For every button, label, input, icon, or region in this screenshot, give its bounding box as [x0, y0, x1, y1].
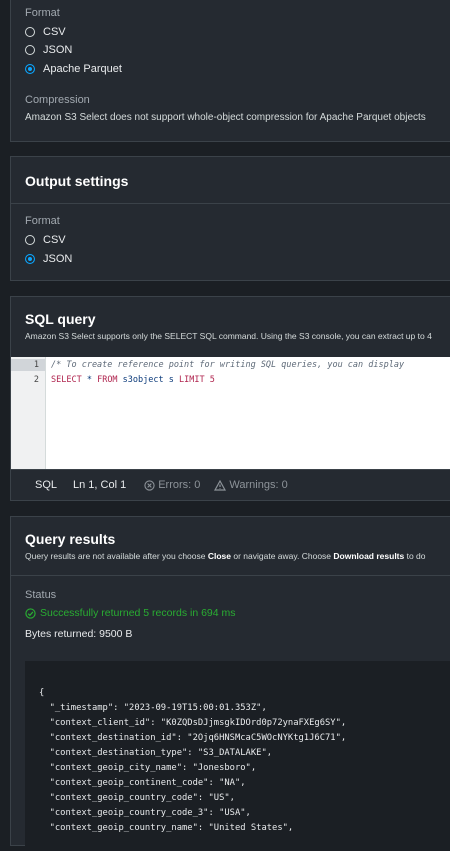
desc-download: Download results — [333, 551, 405, 561]
sql-query-description: Amazon S3 Select supports only the SELEC… — [25, 331, 432, 341]
warnings-text: Warnings: 0 — [229, 479, 288, 491]
success-check-icon — [25, 607, 36, 619]
compression-label: Compression — [25, 94, 90, 106]
sql-keyword: LIMIT — [178, 375, 205, 385]
query-results-title: Query results — [25, 531, 116, 547]
sql-token: s3object s — [117, 375, 179, 385]
input-format-parquet[interactable]: Apache Parquet — [25, 63, 122, 75]
status-success: Successfully returned 5 records in 694 m… — [25, 607, 236, 619]
query-results-panel: Query results Query results are not avai… — [10, 516, 450, 851]
status-position: Ln 1, Col 1 — [73, 479, 127, 491]
error-icon — [144, 479, 155, 491]
desc-text: Query results are not available after yo… — [25, 551, 208, 561]
json-line: "context_client_id": "K0ZQDsDJjmsgkIDOrd… — [39, 718, 347, 728]
json-line: "context_destination_type": "S3_DATALAKE… — [39, 748, 273, 758]
radio-label: CSV — [43, 26, 66, 38]
output-settings-panel: Output settings Format CSV JSON — [10, 156, 450, 281]
input-settings-panel: Format CSV JSON Apache Parquet Compressi… — [10, 0, 450, 142]
json-line: { — [39, 688, 45, 698]
json-results-box: { "_timestamp": "2023-09-19T15:00:01.353… — [25, 661, 450, 851]
radio-label: JSON — [43, 253, 73, 265]
sql-number: 5 — [204, 375, 215, 385]
sql-keyword: SELECT — [51, 375, 82, 385]
json-line: "_timestamp": "2023-09-19T15:00:01.353Z"… — [39, 703, 267, 713]
radio-label: CSV — [43, 234, 66, 246]
json-line: "context_destination_id": "2Ojq6HNSMcaC5… — [39, 733, 347, 743]
status-success-text: Successfully returned 5 records in 694 m… — [40, 607, 236, 619]
bytes-returned: Bytes returned: 9500 B — [25, 628, 133, 640]
json-line: "context_geoip_country_name": "United St… — [39, 823, 294, 833]
line-number: 2 — [33, 375, 39, 385]
sql-query-panel: SQL query Amazon S3 Select supports only… — [10, 296, 450, 501]
code-line-2: SELECT * FROM s3object s LIMIT 5 — [51, 375, 215, 385]
radio-selected-icon[interactable] — [25, 64, 35, 74]
json-line: "context_geoip_continent_code": "NA", — [39, 778, 246, 788]
editor-gutter — [11, 357, 46, 469]
status-language: SQL — [35, 479, 58, 491]
sql-token: * — [81, 375, 98, 385]
query-results-description: Query results are not available after yo… — [25, 551, 426, 561]
sql-query-title: SQL query — [25, 311, 96, 327]
radio-icon[interactable] — [25, 235, 35, 245]
radio-icon[interactable] — [25, 27, 35, 37]
input-format-json[interactable]: JSON — [25, 44, 72, 56]
input-format-csv[interactable]: CSV — [25, 26, 66, 38]
radio-icon[interactable] — [25, 45, 35, 55]
input-format-label: Format — [25, 7, 60, 19]
divider — [11, 203, 450, 204]
line-number: 1 — [33, 360, 39, 370]
json-line: "context_geoip_country_code_3": "USA", — [39, 808, 251, 818]
divider — [11, 575, 450, 576]
desc-text: to do — [404, 551, 426, 561]
output-format-csv[interactable]: CSV — [25, 234, 66, 246]
sql-keyword: FROM — [97, 375, 118, 385]
radio-label: JSON — [43, 44, 73, 56]
output-format-label: Format — [25, 215, 60, 227]
editor-status-bar: SQL Ln 1, Col 1 Errors: 0 Warnings: 0 — [11, 469, 450, 500]
desc-close: Close — [207, 551, 232, 561]
output-settings-title: Output settings — [25, 173, 129, 189]
code-line-1: /* To create reference point for writing… — [51, 360, 405, 370]
errors-text: Errors: 0 — [158, 479, 201, 491]
status-errors[interactable]: Errors: 0 — [144, 479, 200, 491]
output-format-json[interactable]: JSON — [25, 253, 72, 265]
json-line: "context_geoip_city_name": "Jonesboro", — [39, 763, 257, 773]
desc-text: or navigate away. Choose — [231, 551, 334, 561]
status-label: Status — [25, 589, 57, 601]
warning-icon — [214, 479, 227, 491]
radio-label: Apache Parquet — [43, 63, 122, 75]
sql-editor[interactable]: 1 2 /* To create reference point for wri… — [11, 357, 450, 469]
compression-text: Amazon S3 Select does not support whole-… — [25, 112, 426, 123]
status-warnings[interactable]: Warnings: 0 — [214, 479, 288, 491]
radio-selected-icon[interactable] — [25, 254, 35, 264]
json-line: "context_geoip_country_code": "US", — [39, 793, 235, 803]
